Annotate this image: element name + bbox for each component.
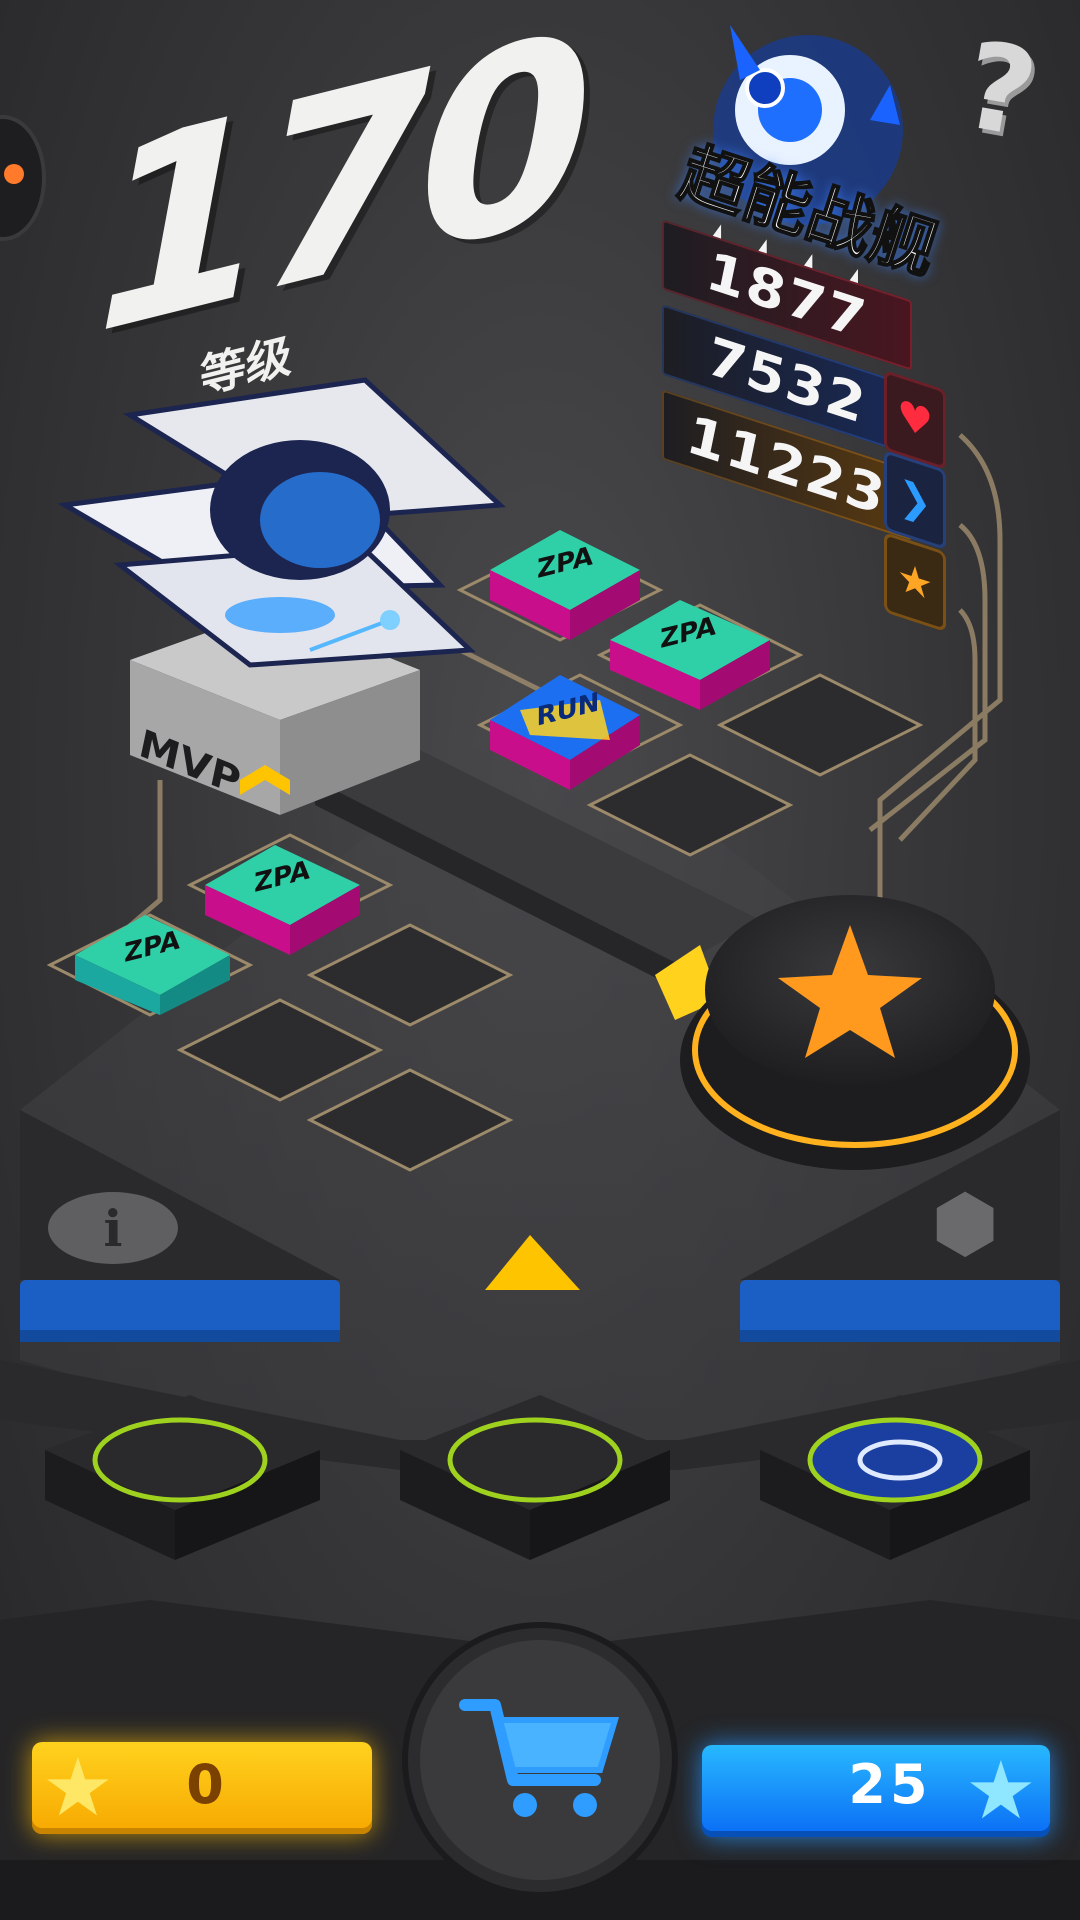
gold-star-icon: ★	[42, 1741, 114, 1834]
info-icon: i	[103, 1198, 123, 1258]
ship-graphic	[57, 377, 506, 668]
question-icon: ?	[953, 15, 1047, 165]
blue-star-icon: ★	[965, 1744, 1037, 1837]
blue-amount: 25	[848, 1753, 932, 1816]
info-button[interactable]: i	[48, 1192, 178, 1264]
garage-button[interactable]: ⬢	[915, 1179, 1015, 1269]
launch-star-button[interactable]	[690, 900, 1020, 1160]
cart-icon	[459, 1699, 620, 1817]
side-menu-icon	[4, 164, 24, 184]
shop-button[interactable]	[420, 1640, 660, 1880]
gold-amount: 0	[186, 1753, 224, 1816]
hangar-slot-1[interactable]	[45, 1395, 320, 1560]
parts-icon: ⬢	[930, 1179, 1000, 1269]
hangar-slot-2[interactable]	[400, 1395, 670, 1560]
help-button[interactable]: ?	[930, 16, 1071, 165]
hangar-slot-3[interactable]	[760, 1395, 1030, 1560]
